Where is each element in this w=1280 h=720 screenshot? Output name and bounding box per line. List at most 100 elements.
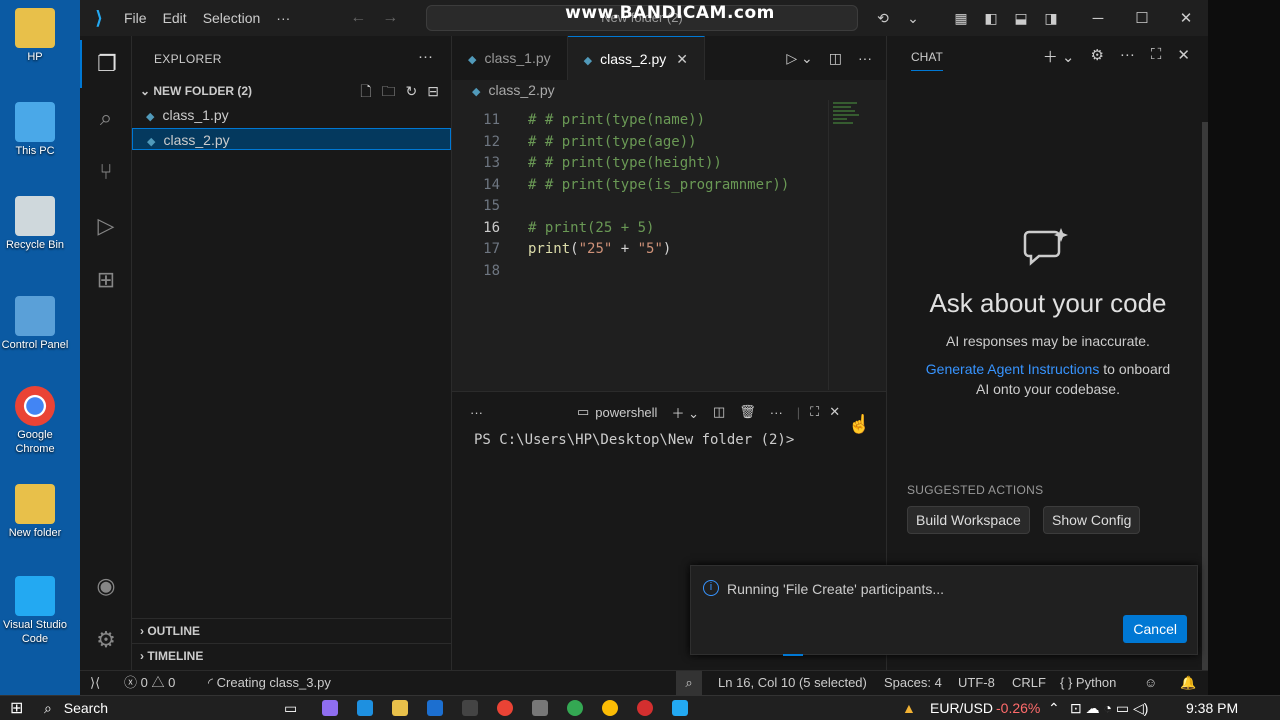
toggle-panel-icon[interactable]: ⬓ — [1006, 10, 1036, 27]
problems-indicator[interactable]: ⓧ 0 △ 0 — [124, 671, 175, 695]
refresh-icon[interactable]: ↻ — [406, 80, 418, 102]
minimize-icon[interactable]: ─ — [1076, 10, 1120, 27]
close-window-icon[interactable]: ✕ — [1164, 9, 1208, 27]
tray-overflow-icon[interactable]: ⌃ — [1048, 696, 1060, 720]
new-terminal-icon[interactable]: ＋ ⌄ — [671, 403, 699, 422]
cursor-position[interactable]: Ln 16, Col 10 (5 selected) — [718, 671, 867, 695]
toggle-sidebar-icon[interactable]: ◧ — [976, 10, 1006, 27]
copilot-icon[interactable]: ⟲ — [868, 10, 898, 27]
timeline-section[interactable]: › TIMELINE — [132, 643, 451, 667]
explorer-more-icon[interactable]: ··· — [418, 48, 433, 65]
account-icon[interactable]: ◉ — [80, 562, 132, 610]
customize-layout-icon[interactable]: ▦ — [946, 10, 976, 27]
menu-more[interactable]: ··· — [268, 10, 298, 26]
desktop-icon-control-panel[interactable]: Control Panel — [0, 296, 70, 352]
vscode-taskbar-icon[interactable] — [672, 700, 688, 716]
maximize-panel-icon[interactable]: ⛶ — [810, 404, 819, 420]
code-line[interactable]: 15 — [452, 196, 832, 218]
terminal-more-icon[interactable]: ··· — [770, 405, 783, 420]
menu-selection[interactable]: Selection — [195, 10, 269, 26]
new-folder-icon[interactable]: 🗀 — [382, 80, 396, 102]
outlook-icon[interactable] — [427, 700, 443, 716]
tab-class-1[interactable]: ◆ class_1.py — [452, 36, 568, 80]
generate-instructions-link[interactable]: Generate Agent Instructions — [926, 361, 1100, 377]
app-icon[interactable] — [532, 700, 548, 716]
outline-section[interactable]: › OUTLINE — [132, 618, 451, 642]
collapse-all-icon[interactable]: ⊟ — [427, 80, 439, 102]
trash-icon[interactable]: 🗑 — [739, 404, 756, 420]
run-debug-icon[interactable]: ▷ — [80, 202, 132, 250]
notifications-bell-icon[interactable]: 🔔 — [1180, 671, 1196, 695]
gear-icon[interactable]: ⚙ — [1090, 46, 1103, 67]
extensions-icon[interactable]: ⊞ — [80, 256, 132, 304]
menu-edit[interactable]: Edit — [155, 10, 195, 26]
ticker-label[interactable]: EUR/USD — [930, 696, 993, 720]
cancel-button[interactable]: Cancel — [1123, 615, 1187, 643]
tab-class-2[interactable]: ◆ class_2.py ✕ — [567, 36, 705, 80]
new-file-icon[interactable]: 🗋 — [360, 80, 371, 102]
code-line[interactable]: 13 # # print(type(height)) — [452, 153, 832, 175]
store-icon[interactable] — [462, 700, 478, 716]
close-tab-icon[interactable]: ✕ — [676, 51, 688, 67]
split-editor-icon[interactable]: ◫ — [829, 36, 842, 80]
chrome-profile-2-icon[interactable] — [602, 700, 618, 716]
split-terminal-icon[interactable]: ◫ — [713, 404, 725, 420]
desktop-icon-new-folder[interactable]: New folder — [0, 484, 70, 540]
chat-more-icon[interactable]: ··· — [1120, 46, 1135, 67]
chat-title[interactable]: CHAT — [911, 50, 943, 71]
encoding[interactable]: UTF-8 — [958, 671, 995, 695]
edge-icon[interactable] — [357, 700, 373, 716]
show-config-button[interactable]: Show Config — [1043, 506, 1141, 534]
gear-icon[interactable]: ⚙ — [80, 616, 132, 664]
desktop-icon-vscode[interactable]: Visual Studio Code — [0, 576, 70, 646]
build-workspace-button[interactable]: Build Workspace — [907, 506, 1030, 534]
remote-icon[interactable]: ⟩⟨ — [90, 671, 100, 695]
language-mode[interactable]: { } Python — [1060, 671, 1116, 695]
toggle-secondary-sidebar-icon[interactable]: ◨ — [1036, 10, 1066, 27]
code-line[interactable]: 12 # # print(type(age)) — [452, 132, 832, 154]
task-view-icon[interactable]: ▭ — [284, 696, 297, 720]
desktop-icon-this-pc[interactable]: This PC — [0, 102, 70, 158]
file-explorer-icon[interactable] — [392, 700, 408, 716]
code-line[interactable]: 11 # # print(type(name)) — [452, 110, 832, 132]
panel-more-icon[interactable]: ··· — [470, 405, 483, 420]
forward-arrow-icon[interactable]: → — [374, 9, 406, 27]
desktop-icon-chrome[interactable]: Google Chrome — [0, 386, 70, 456]
file-item-selected[interactable]: ◆ class_2.py — [132, 128, 451, 150]
maximize-icon[interactable]: ⛶ — [1151, 46, 1162, 67]
code-line[interactable]: 17 print("25" + "5") — [452, 239, 832, 261]
code-line[interactable]: 14 # # print(type(is_programnmer)) — [452, 175, 832, 197]
file-item[interactable]: ◆ class_1.py — [132, 104, 451, 126]
new-chat-icon[interactable]: ＋ ⌄ — [1043, 46, 1075, 67]
zoom-icon[interactable]: ⌕ — [676, 671, 702, 695]
bandicam-icon[interactable] — [637, 700, 653, 716]
search-icon[interactable]: ⌕ — [80, 94, 132, 142]
editor-more-icon[interactable]: ··· — [858, 36, 872, 80]
source-control-icon[interactable]: ⑂ — [80, 148, 132, 196]
clock[interactable]: 9:38 PM — [1186, 696, 1238, 720]
menu-file[interactable]: File — [116, 10, 155, 26]
close-icon[interactable]: ✕ — [1177, 46, 1190, 67]
code-line[interactable]: 16 # print(25 + 5) — [452, 218, 832, 240]
minimap[interactable] — [828, 100, 886, 390]
terminal-shell-label[interactable]: powershell — [595, 405, 657, 420]
desktop-icon-hp[interactable]: HP — [0, 8, 70, 64]
chrome-taskbar-icon[interactable] — [497, 700, 513, 716]
explorer-icon[interactable]: ❐ — [80, 40, 132, 88]
code-area[interactable]: 11 # # print(type(name)) 12 # # print(type(… — [452, 110, 832, 282]
close-panel-icon[interactable]: ✕ — [829, 404, 840, 420]
desktop-icon-recycle-bin[interactable]: Recycle Bin — [0, 196, 70, 252]
chrome-profile-icon[interactable] — [567, 700, 583, 716]
tray-icons[interactable]: ⊡ ☁ ◔ ▭ ◁) — [1070, 696, 1148, 720]
taskbar-search[interactable]: ⌕ Search — [44, 696, 108, 720]
terminal-prompt[interactable]: PS C:\Users\HP\Desktop\New folder (2)> — [474, 432, 794, 448]
copilot-status-icon[interactable]: ☺ — [1144, 671, 1157, 695]
windows-start-icon[interactable]: ⊞ — [10, 696, 23, 720]
code-line[interactable]: 18 — [452, 261, 832, 283]
indentation[interactable]: Spaces: 4 — [884, 671, 942, 695]
line-endings[interactable]: CRLF — [1012, 671, 1046, 695]
breadcrumb[interactable]: ◆ class_2.py — [472, 82, 555, 98]
maximize-icon[interactable]: ☐ — [1120, 9, 1164, 27]
back-arrow-icon[interactable]: ← — [342, 9, 374, 27]
chevron-down-icon[interactable]: ⌄ — [898, 10, 928, 27]
